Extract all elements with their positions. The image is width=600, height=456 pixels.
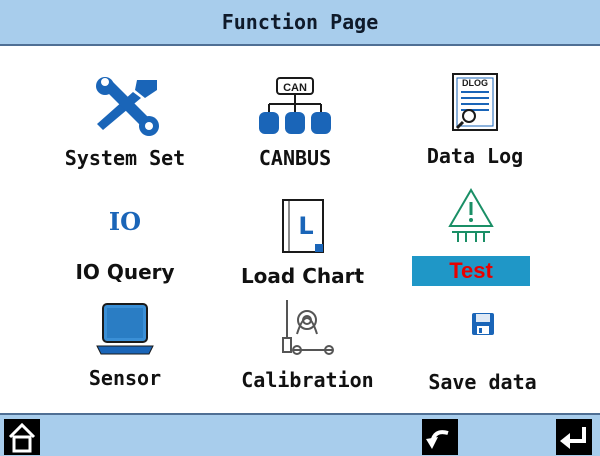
monitor-sensor-icon [95, 302, 155, 356]
io-icon: IO [95, 204, 155, 240]
function-sensor[interactable]: Sensor [60, 300, 190, 400]
home-icon [8, 422, 36, 453]
function-data-log[interactable]: DLOG Data Log [395, 60, 555, 180]
function-label: Save data [428, 370, 537, 394]
function-label: CANBUS [258, 146, 332, 170]
enter-return-icon [560, 427, 586, 449]
io-icon-text: IO [108, 207, 142, 236]
can-network-icon: CAN [255, 76, 335, 138]
function-label: Data Log [426, 144, 524, 168]
can-icon-text: CAN [283, 82, 307, 94]
function-label: IO Query [75, 260, 175, 284]
wrench-screwdriver-icon [85, 76, 165, 138]
function-system-set[interactable]: System Set [40, 60, 210, 180]
function-label: Load Chart [240, 264, 365, 288]
data-log-document-icon: DLOG [445, 72, 505, 134]
function-label: Calibration [241, 368, 374, 392]
function-test[interactable]: Test [412, 188, 530, 288]
function-page-screen: Function Page System Set CAN CANBUS DLOG… [0, 0, 600, 456]
load-chart-icon-text: L [298, 212, 313, 240]
function-calibration[interactable]: Calibration [220, 298, 395, 402]
back-button[interactable] [422, 419, 458, 455]
function-label-selected: Test [412, 256, 530, 286]
function-save-data[interactable]: Save data [405, 300, 560, 400]
function-label: Sensor [88, 366, 162, 390]
home-button[interactable] [4, 419, 40, 455]
warning-triangle-icon [446, 188, 496, 246]
floppy-disk-icon [471, 312, 495, 336]
function-io-query[interactable]: IO IO Query [55, 192, 195, 292]
load-chart-book-icon: L [273, 198, 333, 256]
dlog-icon-text: DLOG [462, 78, 488, 88]
enter-button[interactable] [556, 419, 592, 455]
function-canbus[interactable]: CAN CANBUS [220, 60, 370, 180]
function-label: System Set [64, 146, 186, 170]
function-load-chart[interactable]: L Load Chart [225, 192, 380, 297]
undo-arrow-icon [426, 430, 449, 449]
calibration-tools-icon [273, 298, 343, 358]
title-bar: Function Page [0, 0, 600, 46]
bottom-bar [0, 413, 600, 456]
page-title: Function Page [221, 10, 379, 34]
